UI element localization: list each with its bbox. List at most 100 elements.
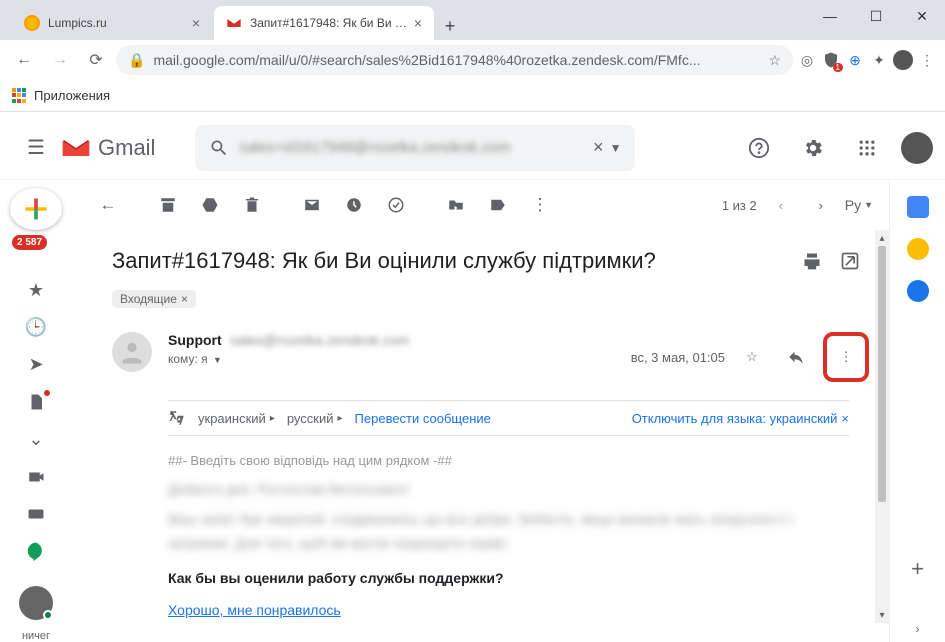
window-close[interactable]: ✕ bbox=[899, 0, 945, 32]
account-avatar[interactable] bbox=[901, 132, 933, 164]
sidebar-meet-keyboard[interactable] bbox=[18, 499, 54, 528]
browser-menu-button[interactable]: ⋮ bbox=[917, 50, 937, 70]
settings-button[interactable] bbox=[793, 128, 833, 168]
search-box[interactable]: × ▼ bbox=[195, 125, 635, 171]
hangouts-avatar[interactable] bbox=[19, 586, 53, 620]
sidebar-sent[interactable]: ➤ bbox=[18, 350, 54, 379]
sidebar-hangouts[interactable] bbox=[18, 537, 54, 566]
add-to-tasks-button[interactable] bbox=[376, 185, 416, 225]
message-more-button[interactable]: ⋮ bbox=[829, 340, 863, 374]
label-chip[interactable]: Входящие × bbox=[112, 290, 196, 308]
bookmark-star-icon[interactable]: ☆ bbox=[768, 52, 781, 69]
move-to-button[interactable] bbox=[436, 185, 476, 225]
reply-marker: ##- Введіть свою відповідь над цим рядко… bbox=[168, 450, 869, 472]
search-input[interactable] bbox=[229, 139, 587, 156]
reply-button[interactable] bbox=[779, 340, 813, 374]
message-counter: 1 из 2 bbox=[722, 198, 757, 213]
scroll-down-button[interactable]: ▾ bbox=[875, 607, 889, 623]
message-date: вс, 3 мая, 01:05 bbox=[631, 350, 725, 365]
sidebar-meet-video[interactable] bbox=[18, 462, 54, 491]
prev-message-button[interactable]: ‹ bbox=[765, 189, 797, 221]
sender-email: sales@rozetka.zendesk.com bbox=[230, 332, 409, 348]
extension-shield-icon[interactable]: 1 bbox=[821, 50, 841, 70]
star-message-button[interactable]: ☆ bbox=[735, 340, 769, 374]
presence-indicator bbox=[43, 610, 53, 620]
bookmark-apps-label[interactable]: Приложения bbox=[34, 88, 110, 103]
tab-title: Lumpics.ru bbox=[48, 16, 186, 30]
sidepanel-keep-icon[interactable] bbox=[907, 238, 929, 260]
scroll-thumb[interactable] bbox=[878, 246, 886, 502]
apps-grid-button[interactable] bbox=[847, 128, 887, 168]
gmail-logo-text: Gmail bbox=[98, 135, 155, 161]
search-clear-button[interactable]: × bbox=[593, 137, 604, 158]
extension-noscript-icon[interactable]: ◎ bbox=[797, 50, 817, 70]
profile-avatar-icon[interactable] bbox=[893, 50, 913, 70]
lock-icon: 🔒 bbox=[128, 52, 145, 69]
sidepanel-tasks-icon[interactable] bbox=[907, 280, 929, 302]
tab-title: Запит#1617948: Як би Ви оціни... bbox=[250, 16, 408, 30]
compose-button[interactable] bbox=[10, 188, 62, 230]
report-spam-button[interactable] bbox=[190, 185, 230, 225]
body-question: Как бы вы оценили работу службы поддержк… bbox=[168, 567, 869, 591]
support-button[interactable] bbox=[739, 128, 779, 168]
archive-button[interactable] bbox=[148, 185, 188, 225]
print-button[interactable] bbox=[793, 242, 831, 280]
apps-icon[interactable] bbox=[12, 88, 28, 104]
translate-icon bbox=[168, 409, 186, 427]
tab-close-icon[interactable]: × bbox=[414, 15, 422, 31]
sidepanel-collapse-button[interactable]: › bbox=[916, 622, 920, 642]
labels-button[interactable] bbox=[478, 185, 518, 225]
remove-label-icon[interactable]: × bbox=[181, 292, 188, 306]
window-maximize[interactable]: ☐ bbox=[853, 0, 899, 32]
translate-action-link[interactable]: Перевести сообщение bbox=[355, 411, 491, 426]
sidepanel-add-button[interactable]: + bbox=[911, 556, 924, 602]
highlighted-more-menu: ⋮ bbox=[823, 332, 869, 382]
nav-forward-button[interactable]: → bbox=[44, 44, 76, 76]
sidebar-starred[interactable]: ★ bbox=[18, 276, 54, 305]
sidebar-snoozed[interactable]: 🕒 bbox=[18, 313, 54, 342]
sidebar-inbox[interactable]: 2 587 bbox=[18, 238, 54, 267]
tab-close-icon[interactable]: × bbox=[192, 15, 200, 31]
address-bar[interactable]: 🔒 mail.google.com/mail/u/0/#search/sales… bbox=[116, 45, 793, 75]
favicon-icon bbox=[24, 15, 40, 31]
sender-avatar bbox=[112, 332, 152, 372]
translate-from[interactable]: украинский ▸ bbox=[198, 411, 275, 426]
extension-puzzle-icon[interactable]: ✦ bbox=[869, 50, 889, 70]
nav-reload-button[interactable]: ⟳ bbox=[80, 44, 112, 76]
nav-back-button[interactable]: ← bbox=[8, 44, 40, 76]
delete-button[interactable] bbox=[232, 185, 272, 225]
recipient-line[interactable]: кому: я ▼ bbox=[168, 352, 631, 366]
scroll-up-button[interactable]: ▴ bbox=[875, 230, 889, 246]
main-menu-button[interactable]: ☰ bbox=[12, 135, 60, 160]
url-text: mail.google.com/mail/u/0/#search/sales%2… bbox=[153, 52, 760, 68]
hangouts-user-label: ничег bbox=[22, 630, 50, 642]
browser-tab-1[interactable]: Запит#1617948: Як би Ви оціни... × bbox=[214, 6, 434, 40]
browser-tab-0[interactable]: Lumpics.ru × bbox=[12, 6, 212, 40]
mark-unread-button[interactable] bbox=[292, 185, 332, 225]
message-subject: Запит#1617948: Як би Ви оцінили службу п… bbox=[112, 248, 793, 274]
snooze-button[interactable] bbox=[334, 185, 374, 225]
window-minimize[interactable]: — bbox=[807, 0, 853, 32]
extension-globe-icon[interactable]: ⊕ bbox=[845, 50, 865, 70]
inbox-badge: 2 587 bbox=[12, 235, 47, 250]
more-actions-button[interactable]: ⋮ bbox=[520, 185, 560, 225]
translate-to[interactable]: русский ▸ bbox=[287, 411, 343, 426]
sidebar-drafts[interactable] bbox=[18, 388, 54, 417]
new-tab-button[interactable]: + bbox=[436, 12, 464, 40]
scrollbar[interactable]: ▴ ▾ bbox=[875, 230, 889, 623]
next-message-button[interactable]: › bbox=[805, 189, 837, 221]
input-language-button[interactable]: Ру ▼ bbox=[845, 197, 873, 213]
sidepanel-calendar-icon[interactable] bbox=[907, 196, 929, 218]
search-options-button[interactable]: ▼ bbox=[610, 141, 622, 155]
tab-strip: Lumpics.ru × Запит#1617948: Як би Ви оці… bbox=[0, 0, 945, 40]
search-icon bbox=[209, 138, 229, 158]
rating-good-link[interactable]: Хорошо, мне понравилось bbox=[168, 599, 341, 623]
sender-name: Support bbox=[168, 332, 222, 348]
translate-bar: украинский ▸ русский ▸ Перевести сообщен… bbox=[168, 400, 849, 436]
translate-disable-link[interactable]: Отключить для языка: украинский × bbox=[632, 411, 849, 426]
gmail-logo[interactable]: Gmail bbox=[60, 135, 155, 161]
open-new-window-button[interactable] bbox=[831, 242, 869, 280]
sidebar-more[interactable]: ⌄ bbox=[18, 425, 54, 454]
close-icon[interactable]: × bbox=[841, 411, 849, 426]
back-to-list-button[interactable]: ← bbox=[88, 185, 128, 225]
